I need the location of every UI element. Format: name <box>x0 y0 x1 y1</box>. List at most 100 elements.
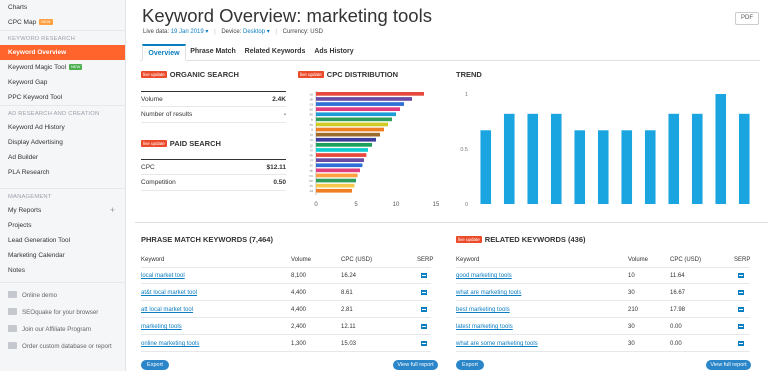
serp-icon[interactable] <box>421 319 427 335</box>
cpc-bar-dk[interactable] <box>316 168 360 173</box>
live-update-badge: live update <box>298 71 324 78</box>
cpc-bar-it[interactable] <box>316 127 384 132</box>
sidebar-item-ppc-keyword-tool[interactable]: PPC Keyword Tool <box>0 90 125 105</box>
sidebar-tool-order-custom[interactable]: Order custom database or report <box>0 338 125 355</box>
serp-icon <box>421 273 427 278</box>
cpc-bar-in[interactable] <box>316 148 368 152</box>
serp-icon[interactable] <box>421 285 427 301</box>
cpc-bar-za[interactable] <box>316 188 352 193</box>
sidebar-item-notes[interactable]: Notes <box>0 263 125 278</box>
cpc-bar-no[interactable] <box>316 173 358 178</box>
cpc-bar-se[interactable] <box>316 163 363 168</box>
serp-icon <box>738 307 744 312</box>
cpc-cell: 8.61 <box>341 290 353 296</box>
cpc-bar-es[interactable] <box>316 122 388 127</box>
trend-bar[interactable] <box>715 94 727 204</box>
keyword-link[interactable]: best marketing tools <box>456 302 510 318</box>
cpc-country-label: ch <box>310 184 314 188</box>
trend-bar[interactable] <box>574 130 586 204</box>
trend-bar[interactable] <box>644 130 656 204</box>
cpc-cell: 11.64 <box>670 273 685 279</box>
keyword-link[interactable]: at&t local market tool <box>141 285 197 301</box>
cpc-bar-br[interactable] <box>316 132 380 137</box>
serp-icon[interactable] <box>421 268 427 284</box>
trend-bar[interactable] <box>527 113 539 204</box>
export-button[interactable]: Export <box>141 360 169 370</box>
plus-icon[interactable]: + <box>110 203 115 218</box>
sidebar-item-keyword-ad-history[interactable]: Keyword Ad History <box>0 120 125 135</box>
volume-cell: 4,400 <box>291 290 307 296</box>
keyword-link[interactable]: marketing tools <box>141 319 182 335</box>
sidebar-item-lead-generation-tool[interactable]: Lead Generation Tool <box>0 233 125 248</box>
pdf-button[interactable]: PDF <box>735 12 759 25</box>
cpc-bar-jp[interactable] <box>316 143 372 147</box>
sidebar-item-charts[interactable]: Charts <box>0 0 125 15</box>
tab-related-keywords[interactable]: Related Keywords <box>242 44 308 61</box>
cpc-bar-be[interactable] <box>316 178 356 183</box>
keyword-link[interactable]: online marketing tools <box>141 336 199 352</box>
keyword-link[interactable]: what are some marketing tools <box>456 336 538 352</box>
cpc-bar-ca[interactable] <box>316 102 404 106</box>
cpc-bar-au[interactable] <box>316 107 400 111</box>
cpc-bar-de[interactable] <box>316 112 396 117</box>
trend-bar[interactable] <box>691 113 703 204</box>
trend-bar[interactable] <box>668 113 680 204</box>
device-selector[interactable]: Desktop ▾ <box>243 29 270 35</box>
cpc-bar-us[interactable] <box>316 92 424 96</box>
sidebar-tool-seoquake[interactable]: SEOquake for your browser <box>0 304 125 321</box>
export-button[interactable]: Export <box>456 360 484 370</box>
date-selector[interactable]: 19 Jan 2019 ▾ <box>171 29 209 35</box>
tab-ads-history[interactable]: Ads History <box>312 44 356 61</box>
tab-overview[interactable]: Overview <box>142 44 186 61</box>
sidebar-item-cpc-map[interactable]: CPC Map NEW <box>0 15 125 30</box>
cpc-bar-nl[interactable] <box>316 158 364 162</box>
sidebar-item-label: Keyword Gap <box>8 79 48 86</box>
serp-icon[interactable] <box>738 336 744 352</box>
keyword-link[interactable]: what are marketing tools <box>456 285 521 301</box>
cpc-bar-uk[interactable] <box>316 97 412 101</box>
serp-icon[interactable] <box>421 336 427 352</box>
trend-bar[interactable] <box>738 113 750 204</box>
serp-icon[interactable] <box>421 302 427 318</box>
sidebar-item-pla-research[interactable]: PLA Research <box>0 165 125 180</box>
sidebar-item-my-reports[interactable]: My Reports + <box>0 203 125 218</box>
trend-bar[interactable] <box>480 130 492 204</box>
sidebar-item-projects[interactable]: Projects <box>0 218 125 233</box>
sidebar-item-label: Marketing Calendar <box>8 252 65 259</box>
cpc-bar-ch[interactable] <box>316 183 355 188</box>
cpc-bar-ru[interactable] <box>316 137 376 142</box>
related-keywords-label: RELATED KEYWORDS (436) <box>484 235 586 244</box>
volume-cell: 10 <box>628 273 635 279</box>
cpc-bar-fr[interactable] <box>316 117 392 122</box>
trend-bar[interactable] <box>621 130 633 204</box>
trend-bar[interactable] <box>597 130 609 204</box>
view-full-report-button[interactable]: View full report <box>393 360 438 370</box>
keyword-link[interactable]: latest marketing tools <box>456 319 513 335</box>
cpc-bar-hk[interactable] <box>316 153 367 157</box>
sidebar-item-marketing-calendar[interactable]: Marketing Calendar <box>0 248 125 263</box>
tab-phrase-match[interactable]: Phrase Match <box>188 44 238 61</box>
sidebar-item-keyword-magic-tool[interactable]: Keyword Magic Tool NEW <box>0 60 125 75</box>
sidebar-tool-online-demo[interactable]: Online demo <box>0 287 125 304</box>
keyword-link[interactable]: local market tool <box>141 268 185 284</box>
cpc-country-label: se <box>310 164 314 168</box>
view-full-report-button[interactable]: View full report <box>706 360 751 370</box>
trend-bar[interactable] <box>503 113 515 204</box>
serp-icon[interactable] <box>738 319 744 335</box>
keyword-link[interactable]: good marketing tools <box>456 268 512 284</box>
trend-bar[interactable] <box>550 113 562 204</box>
sidebar-item-keyword-gap[interactable]: Keyword Gap <box>0 75 125 90</box>
sidebar-item-label: Notes <box>8 267 25 274</box>
serp-icon[interactable] <box>738 285 744 301</box>
column-header-volume: Volume <box>628 257 649 263</box>
sidebar-item-display-advertising[interactable]: Display Advertising <box>0 135 125 150</box>
serp-icon[interactable] <box>738 268 744 284</box>
volume-cell: 4,400 <box>291 307 307 313</box>
serp-icon[interactable] <box>738 302 744 318</box>
keyword-link[interactable]: att local market tool <box>141 302 193 318</box>
meta-separator: | <box>214 29 216 35</box>
sidebar-tool-affiliate[interactable]: Join our Affiliate Program <box>0 321 125 338</box>
sidebar-item-ad-builder[interactable]: Ad Builder <box>0 150 125 165</box>
sidebar-item-keyword-overview[interactable]: Keyword Overview <box>0 45 125 60</box>
live-update-badge: live update <box>141 71 167 78</box>
